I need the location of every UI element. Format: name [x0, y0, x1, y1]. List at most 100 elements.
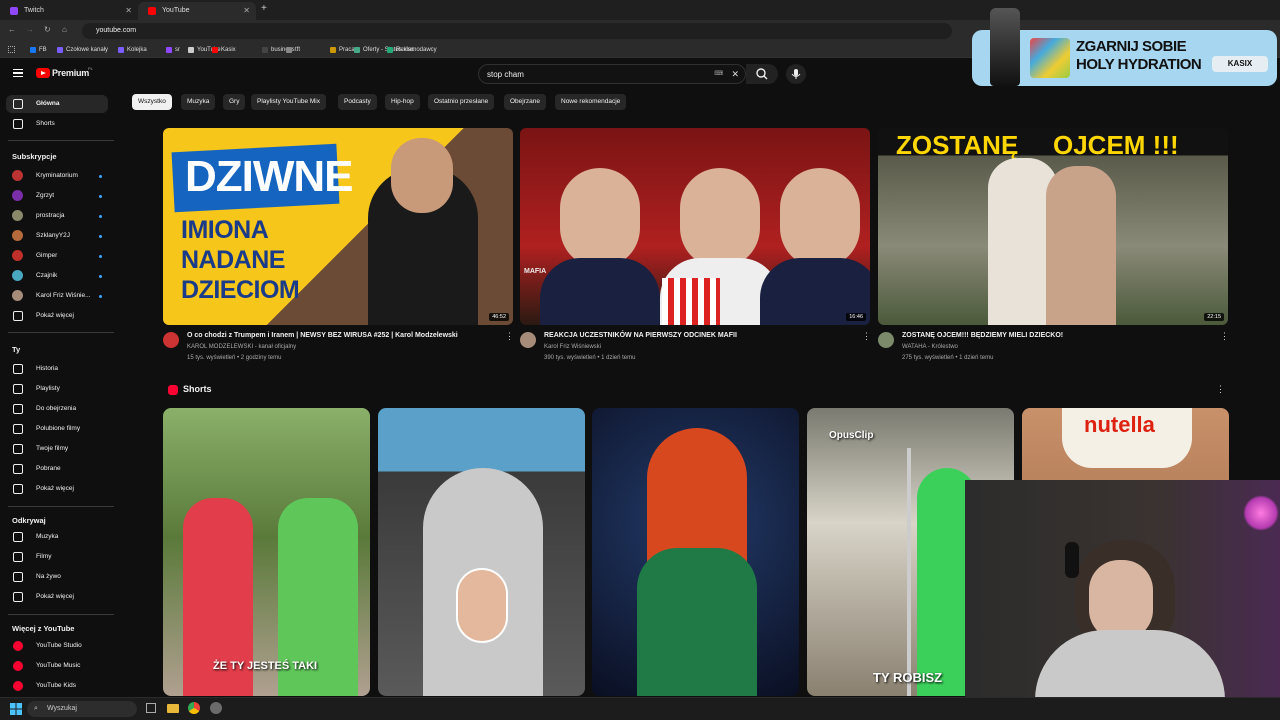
explore-heading: Odkrywaj: [12, 516, 46, 525]
video-title[interactable]: REAKCJA UCZESTNIKÓW NA PIERWSZY ODCINEK …: [544, 332, 737, 339]
sidebar-item[interactable]: SzklanyY2J: [6, 227, 108, 245]
shorts-title: Shorts: [183, 384, 212, 394]
logo-text: Premium: [52, 68, 90, 78]
sidebar-item[interactable]: Główna: [6, 95, 108, 113]
back-icon[interactable]: ←: [8, 25, 16, 34]
channel-name[interactable]: KAROL MODZELEWSKI - kanał oficjalny: [187, 344, 296, 350]
sidebar-item[interactable]: Pokaż więcej: [6, 307, 108, 325]
clear-search-icon[interactable]: ✕: [731, 65, 739, 84]
sidebar-item[interactable]: Gimper: [6, 247, 108, 265]
video-title[interactable]: ZOSTANĘ OJCEM!!! BĘDZIEMY MIELI DZIECKO!: [902, 332, 1063, 339]
menu-icon[interactable]: [13, 69, 23, 77]
youtube-logo-icon[interactable]: [36, 68, 50, 78]
keyboard-icon[interactable]: ⌨: [714, 65, 723, 84]
bookmark-item[interactable]: Kolejka: [118, 45, 147, 55]
close-icon[interactable]: ✕: [243, 2, 250, 20]
sidebar-item[interactable]: Pokaż więcej: [6, 588, 108, 606]
chip-5[interactable]: Hip-hop: [385, 94, 420, 110]
apps-icon[interactable]: [8, 46, 15, 53]
sidebar-item[interactable]: YouTube Music: [6, 657, 108, 675]
home-icon[interactable]: ⌂: [62, 25, 67, 34]
channel-name[interactable]: Karol Friz Wiśniewski: [544, 344, 601, 350]
short-card[interactable]: [378, 408, 585, 696]
tab-youtube[interactable]: YouTube ✕: [138, 2, 256, 20]
search-input[interactable]: stop cham ⌨ ✕: [478, 64, 746, 84]
channel-avatar[interactable]: [163, 332, 179, 348]
person-face: [560, 168, 640, 268]
new-tab-button[interactable]: +: [261, 3, 267, 14]
chip-0[interactable]: Wszystko: [132, 94, 172, 110]
video-menu-icon[interactable]: ⋮: [1220, 331, 1229, 342]
brand-label: nutella: [1084, 412, 1155, 437]
thumbnail-text: ZOSTANĘ: [896, 130, 1019, 160]
video-title[interactable]: O co chodzi z Trumpem i Iranem | NEWSY B…: [187, 332, 458, 339]
chip-7[interactable]: Obejrzane: [504, 94, 546, 110]
bookmark-item[interactable]: sr: [166, 45, 180, 55]
chip-4[interactable]: Podcasty: [338, 94, 377, 110]
video-thumbnail[interactable]: MAFIA 16:46: [520, 128, 870, 325]
reload-icon[interactable]: ↻: [44, 25, 51, 34]
windows-start-icon[interactable]: [10, 703, 22, 715]
sidebar-item[interactable]: Filmy: [6, 548, 108, 566]
bookmark-item[interactable]: Kasix: [212, 45, 236, 55]
channel-avatar[interactable]: [878, 332, 894, 348]
channel-avatar[interactable]: [520, 332, 536, 348]
ad-line1: ZGARNIJ SOBIE: [1076, 38, 1187, 55]
chip-2[interactable]: Gry: [223, 94, 246, 110]
shorts-more-icon[interactable]: ⋮: [1216, 384, 1225, 395]
sidebar-item[interactable]: Shorts: [6, 115, 108, 133]
subscriptions-heading[interactable]: Subskrypcje: [12, 152, 57, 161]
chip-8[interactable]: Nowe rekomendacje: [555, 94, 627, 110]
chip-1[interactable]: Muzyka: [181, 94, 216, 110]
you-heading[interactable]: Ty: [12, 345, 20, 354]
bookmark-item[interactable]: Praca: [330, 45, 355, 55]
tab-twitch[interactable]: Twitch ✕: [0, 2, 138, 20]
short-card[interactable]: ŻE TY JESTEŚ TAKI: [163, 408, 370, 696]
sidebar-item[interactable]: Polubione filmy: [6, 420, 108, 438]
task-view-icon[interactable]: [146, 703, 156, 713]
sidebar-item[interactable]: Playlisty: [6, 380, 108, 398]
bookmark-label: Praca: [339, 47, 355, 53]
sidebar-item[interactable]: Kryminatorium: [6, 167, 108, 185]
browser-tab-bar: Twitch ✕ YouTube ✕ +: [0, 0, 1280, 20]
sidebar-item[interactable]: Zgrzyt: [6, 187, 108, 205]
sidebar-item[interactable]: Historia: [6, 360, 108, 378]
bookmark-item[interactable]: Czołowe kanały: [57, 45, 108, 55]
sidebar-separator: [8, 506, 114, 507]
sidebar-item[interactable]: Na żywo: [6, 568, 108, 586]
new-content-dot: [99, 175, 102, 178]
bookmark-item[interactable]: FB: [30, 45, 47, 55]
video-thumbnail[interactable]: ZOSTANĘ OJCEM !!! 22:15: [878, 128, 1228, 325]
url-input[interactable]: youtube.com: [82, 23, 952, 39]
bookmark-icon: [212, 47, 218, 53]
sidebar-item[interactable]: Do obejrzenia: [6, 400, 108, 418]
chrome-icon[interactable]: [188, 702, 200, 714]
chip-6[interactable]: Ostatnio przesłane: [428, 94, 495, 110]
video-menu-icon[interactable]: ⋮: [862, 331, 871, 342]
sidebar-item[interactable]: Muzyka: [6, 528, 108, 546]
video-thumbnail[interactable]: DZIWNE IMIONA NADANE DZIECIOM 46:52: [163, 128, 513, 325]
app-icon[interactable]: [210, 702, 222, 714]
sidebar-item[interactable]: Pokaż więcej: [6, 480, 108, 498]
taskbar-search[interactable]: ⌕ Wyszukaj: [27, 701, 137, 717]
voice-search-button[interactable]: [786, 64, 806, 84]
sidebar-item-label: Shorts: [36, 120, 55, 127]
new-content-dot: [99, 235, 102, 238]
bookmark-item[interactable]: Reklamodawcy: [387, 45, 437, 55]
forward-icon[interactable]: →: [26, 25, 34, 34]
channel-name[interactable]: WATAHA - Królestwo: [902, 344, 958, 350]
sidebar-item[interactable]: YouTube Kids: [6, 677, 108, 695]
sidebar-item[interactable]: Pobrane: [6, 460, 108, 478]
chip-3[interactable]: Playlisty YouTube Mix: [251, 94, 326, 110]
file-explorer-icon[interactable]: [167, 704, 179, 713]
video-menu-icon[interactable]: ⋮: [505, 331, 514, 342]
close-icon[interactable]: ✕: [125, 2, 132, 20]
short-card[interactable]: [592, 408, 799, 696]
sidebar-item[interactable]: YouTube Studio: [6, 637, 108, 655]
search-button[interactable]: [746, 64, 778, 84]
sidebar-item[interactable]: prostracja: [6, 207, 108, 225]
bookmark-item[interactable]: tft: [286, 45, 300, 55]
sidebar-item[interactable]: Czajnik: [6, 267, 108, 285]
sidebar-item[interactable]: Karol Friz Wiśnie...: [6, 287, 108, 305]
sidebar-item[interactable]: Twoje filmy: [6, 440, 108, 458]
